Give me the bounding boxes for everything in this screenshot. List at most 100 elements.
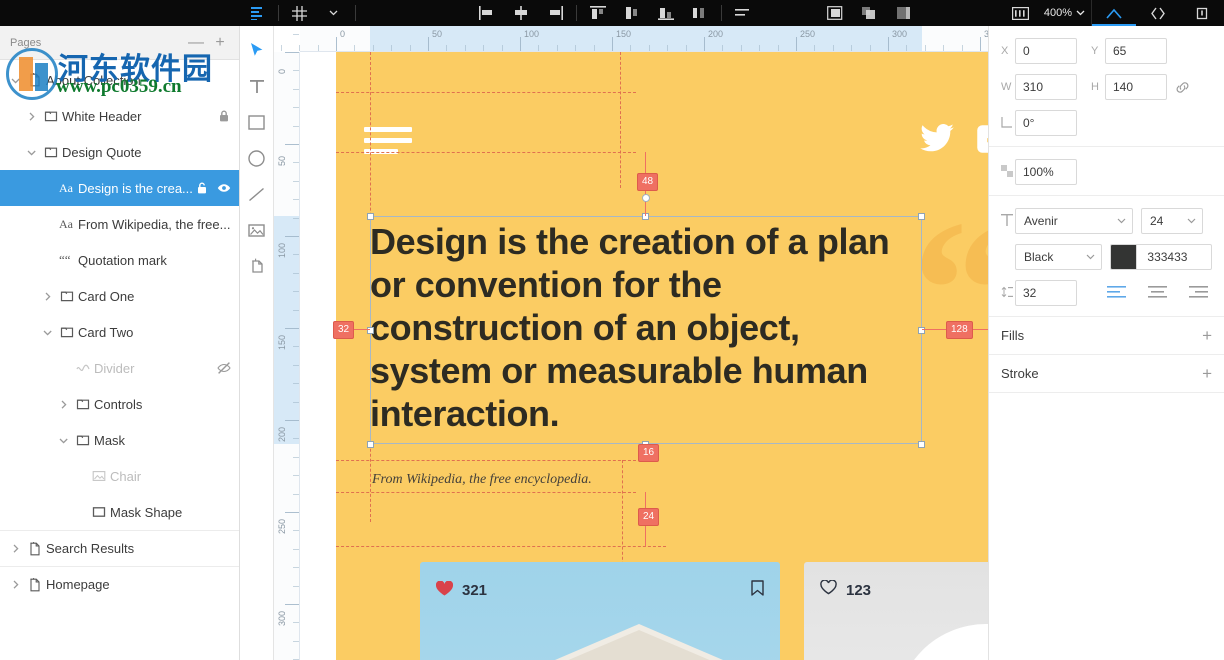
align-right-button[interactable] [1189, 285, 1208, 301]
lock-closed-icon[interactable] [217, 109, 231, 123]
flatten-icon[interactable] [726, 0, 760, 26]
text-format-icon[interactable] [240, 0, 274, 26]
handle-top-left[interactable] [367, 213, 374, 220]
folder-icon [56, 289, 78, 303]
layer-label: Card One [78, 288, 135, 304]
facebook-icon[interactable] [976, 124, 988, 159]
chevron-down-icon[interactable] [56, 436, 72, 445]
union-icon[interactable] [852, 0, 886, 26]
line-tool-icon[interactable] [240, 176, 274, 212]
chevron-down-icon[interactable] [40, 328, 56, 337]
y-input[interactable]: 65 [1105, 38, 1167, 64]
link-proportions-icon[interactable] [1175, 80, 1190, 95]
bookmark-icon[interactable] [751, 580, 764, 601]
layer-row-divider[interactable]: Divider [0, 350, 239, 386]
ellipse-tool-icon[interactable] [240, 140, 274, 176]
rectangle-tool-icon[interactable] [240, 104, 274, 140]
canvas-viewport[interactable]: “ Design is the creation of a plan or co… [300, 52, 988, 660]
layer-row-white-header[interactable]: White Header [0, 98, 239, 134]
add-fill-button[interactable]: + [1202, 327, 1212, 344]
align-right-icon[interactable] [538, 0, 572, 26]
handle-top-right[interactable] [918, 213, 925, 220]
layer-row-controls[interactable]: Controls [0, 386, 239, 422]
font-family-select[interactable]: Avenir [1015, 208, 1133, 234]
chevron-right-icon[interactable] [8, 580, 24, 589]
handle-bottom-left[interactable] [367, 441, 374, 448]
align-bottom-icon[interactable] [649, 0, 683, 26]
preview-icon[interactable] [1092, 0, 1136, 26]
text-color-swatch[interactable] [1111, 245, 1138, 269]
align-center-button[interactable] [1148, 285, 1167, 301]
pointer-tool-icon[interactable] [240, 32, 274, 68]
font-size-select[interactable]: 24 [1141, 208, 1203, 234]
hamburger-menu-icon[interactable] [364, 127, 412, 160]
image-tool-icon[interactable] [240, 212, 274, 248]
horizontal-ruler[interactable]: 0 50 100 150 200 250 300 350 [280, 26, 988, 52]
lock-open-icon[interactable] [195, 181, 209, 195]
layer-row-chair[interactable]: Chair [0, 458, 239, 494]
rotation-input[interactable]: 0° [1015, 110, 1077, 136]
align-left-button[interactable] [1107, 285, 1126, 301]
layer-row-card-two[interactable]: Card Two [0, 314, 239, 350]
fills-section-header[interactable]: Fills + [989, 317, 1224, 355]
heart-filled-icon[interactable] [435, 579, 454, 601]
height-input[interactable]: 140 [1105, 74, 1167, 100]
pages-minimize-button[interactable]: — [187, 34, 205, 51]
align-center-horizontal-icon[interactable] [504, 0, 538, 26]
chevron-down-icon[interactable] [8, 76, 24, 85]
layer-row-mask[interactable]: Mask [0, 422, 239, 458]
chevron-right-icon[interactable] [56, 400, 72, 409]
mask-icon[interactable] [818, 0, 852, 26]
zoom-level-control[interactable]: 400% [1038, 0, 1091, 26]
ruler-tick [704, 37, 705, 51]
add-stroke-button[interactable]: + [1202, 365, 1212, 382]
text-styles-icon[interactable] [1004, 0, 1038, 26]
vertical-ruler[interactable]: 0 50 100 150 200 250 300 [274, 33, 300, 660]
layer-row-homepage[interactable]: Homepage [0, 566, 239, 602]
distribute-icon[interactable] [683, 0, 717, 26]
toolbar-separator [720, 5, 722, 21]
chevron-down-icon [1086, 254, 1095, 260]
export-icon[interactable] [1180, 0, 1224, 26]
caption-text-layer[interactable]: From Wikipedia, the free encyclopedia. [372, 472, 592, 488]
twitter-icon[interactable] [920, 123, 954, 157]
chevron-right-icon[interactable] [40, 292, 56, 301]
ruler-tick [285, 512, 299, 513]
chevron-right-icon[interactable] [24, 112, 40, 121]
layer-row-search-results[interactable]: Search Results [0, 530, 239, 566]
heart-outline-icon[interactable] [820, 579, 837, 600]
artboard-about-collection[interactable]: “ Design is the creation of a plan or co… [333, 52, 988, 660]
line-height-input[interactable]: 32 [1015, 280, 1077, 306]
grid-icon[interactable] [283, 0, 317, 26]
layer-row-design-quote[interactable]: Design Quote [0, 134, 239, 170]
toolbar-left-spacer [0, 0, 232, 26]
chevron-right-icon[interactable] [8, 544, 24, 553]
card-two[interactable]: 123 [804, 562, 988, 660]
layer-row-mask-shape[interactable]: Mask Shape [0, 494, 239, 530]
subtract-icon[interactable] [886, 0, 920, 26]
layer-row-design-is-the-crea[interactable]: Aa Design is the crea... [0, 170, 239, 206]
layer-row-quotation-mark[interactable]: ““ Quotation mark [0, 242, 239, 278]
code-icon[interactable] [1136, 0, 1180, 26]
layer-row-card-one[interactable]: Card One [0, 278, 239, 314]
text-tool-icon[interactable] [240, 68, 274, 104]
align-left-icon[interactable] [470, 0, 504, 26]
layer-row-about-collection[interactable]: About Collection [0, 62, 239, 98]
opacity-input[interactable]: 100% [1015, 159, 1077, 185]
artboard-tool-icon[interactable] [240, 248, 274, 284]
grid-dropdown-chevron-icon[interactable] [317, 0, 351, 26]
font-weight-select[interactable]: Black [1015, 244, 1103, 270]
eye-icon[interactable] [217, 181, 231, 195]
align-middle-icon[interactable] [615, 0, 649, 26]
chevron-down-icon[interactable] [24, 148, 40, 157]
eye-hidden-icon[interactable] [217, 361, 231, 375]
width-input[interactable]: 310 [1015, 74, 1077, 100]
x-input[interactable]: 0 [1015, 38, 1077, 64]
layer-row-from-wikipedia-the-free[interactable]: Aa From Wikipedia, the free... [0, 206, 239, 242]
align-top-icon[interactable] [581, 0, 615, 26]
stroke-section-header[interactable]: Stroke + [989, 355, 1224, 393]
handle-bottom-right[interactable] [918, 441, 925, 448]
text-color-field[interactable]: 333433 [1110, 244, 1212, 270]
pages-add-button[interactable]: + [211, 34, 229, 51]
card-one[interactable]: 321 [420, 562, 780, 660]
